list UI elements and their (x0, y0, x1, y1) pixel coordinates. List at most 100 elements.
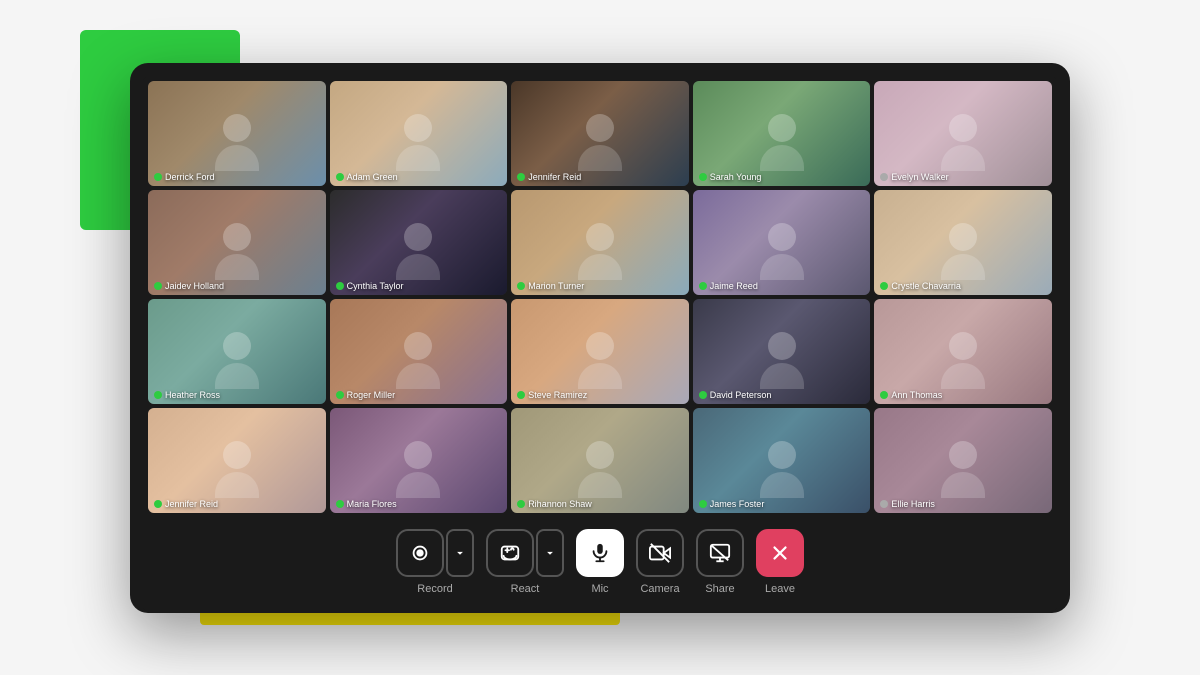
participant-name-label: Rihannon Shaw (517, 499, 592, 509)
participant-name-label: Ann Thomas (880, 390, 942, 400)
participant-name-label: Sarah Young (699, 172, 762, 182)
participant-name-label: Jennifer Reid (517, 172, 581, 182)
avatar (215, 332, 259, 389)
participant-video: Roger Miller (330, 299, 508, 404)
mic-button[interactable] (576, 529, 624, 577)
video-tile: James Foster (693, 408, 871, 513)
participant-video: Ann Thomas (874, 299, 1052, 404)
mic-indicator (154, 282, 162, 290)
record-button[interactable] (396, 529, 444, 577)
mic-indicator (880, 391, 888, 399)
avatar (941, 223, 985, 280)
video-tile: Steve Ramirez (511, 299, 689, 404)
participant-name-label: Heather Ross (154, 390, 220, 400)
avatar (760, 332, 804, 389)
mic-indicator (880, 500, 888, 508)
participant-name-label: Adam Green (336, 172, 398, 182)
participant-name-label: Ellie Harris (880, 499, 935, 509)
share-button[interactable] (696, 529, 744, 577)
video-tile: Jennifer Reid (148, 408, 326, 513)
avatar (760, 441, 804, 498)
participant-name-label: Derrick Ford (154, 172, 215, 182)
video-tile: Adam Green (330, 81, 508, 186)
participant-video: Jaidev Holland (148, 190, 326, 295)
leave-button[interactable] (756, 529, 804, 577)
participant-video: David Peterson (693, 299, 871, 404)
share-label: Share (705, 583, 734, 595)
mic-indicator (517, 500, 525, 508)
camera-button[interactable] (636, 529, 684, 577)
react-arrow-button[interactable] (536, 529, 564, 577)
avatar (941, 441, 985, 498)
participant-name-label: Crystle Chavarria (880, 281, 961, 291)
leave-label: Leave (765, 583, 795, 595)
avatar (578, 114, 622, 171)
participant-video: Marion Turner (511, 190, 689, 295)
participant-video: Ellie Harris (874, 408, 1052, 513)
avatar (396, 332, 440, 389)
participant-name-label: Steve Ramirez (517, 390, 587, 400)
participant-video: Jaime Reed (693, 190, 871, 295)
video-tile: David Peterson (693, 299, 871, 404)
video-tile: Ellie Harris (874, 408, 1052, 513)
participant-video: Steve Ramirez (511, 299, 689, 404)
mic-label: Mic (591, 583, 608, 595)
mic-indicator (336, 391, 344, 399)
camera-label: Camera (640, 583, 679, 595)
share-group: Share (696, 529, 744, 595)
record-arrow-button[interactable] (446, 529, 474, 577)
video-tile: Ann Thomas (874, 299, 1052, 404)
participant-name-label: Jennifer Reid (154, 499, 218, 509)
mic-indicator (154, 173, 162, 181)
mic-indicator (336, 173, 344, 181)
video-tile: Derrick Ford (148, 81, 326, 186)
video-grid: Derrick Ford Adam Green Jennifer Reid Sarah… (148, 81, 1052, 513)
mic-indicator (699, 173, 707, 181)
avatar (396, 223, 440, 280)
leave-group: Leave (756, 529, 804, 595)
mic-indicator (517, 282, 525, 290)
avatar (941, 114, 985, 171)
participant-name-label: Roger Miller (336, 390, 396, 400)
video-tile: Crystle Chavarria (874, 190, 1052, 295)
participant-name-label: Jaidev Holland (154, 281, 224, 291)
participant-video: Cynthia Taylor (330, 190, 508, 295)
mic-indicator (880, 173, 888, 181)
avatar (215, 441, 259, 498)
react-group: React (486, 529, 564, 595)
participant-name-label: James Foster (699, 499, 765, 509)
participant-name-label: Jaime Reed (699, 281, 758, 291)
avatar (578, 441, 622, 498)
participant-video: Crystle Chavarria (874, 190, 1052, 295)
video-tile: Roger Miller (330, 299, 508, 404)
mic-indicator (699, 282, 707, 290)
participant-video: Adam Green (330, 81, 508, 186)
participant-video: Maria Flores (330, 408, 508, 513)
react-label: React (511, 583, 540, 595)
video-tile: Jaidev Holland (148, 190, 326, 295)
mic-indicator (517, 173, 525, 181)
participant-name-label: Marion Turner (517, 281, 584, 291)
participant-name-label: Evelyn Walker (880, 172, 948, 182)
video-area: Derrick Ford Adam Green Jennifer Reid Sarah… (142, 75, 1058, 519)
avatar (215, 223, 259, 280)
mic-indicator (699, 500, 707, 508)
mic-group: Mic (576, 529, 624, 595)
video-tile: Maria Flores (330, 408, 508, 513)
record-group: Record (396, 529, 474, 595)
avatar (941, 332, 985, 389)
record-label: Record (417, 583, 452, 595)
camera-group: Camera (636, 529, 684, 595)
avatar (578, 332, 622, 389)
video-tile: Jennifer Reid (511, 81, 689, 186)
react-button[interactable] (486, 529, 534, 577)
participant-video: Heather Ross (148, 299, 326, 404)
video-tile: Heather Ross (148, 299, 326, 404)
video-tile: Sarah Young (693, 81, 871, 186)
mic-indicator (336, 282, 344, 290)
mic-indicator (880, 282, 888, 290)
participant-video: James Foster (693, 408, 871, 513)
avatar (760, 223, 804, 280)
mic-indicator (699, 391, 707, 399)
control-bar: Record React (142, 519, 1058, 613)
